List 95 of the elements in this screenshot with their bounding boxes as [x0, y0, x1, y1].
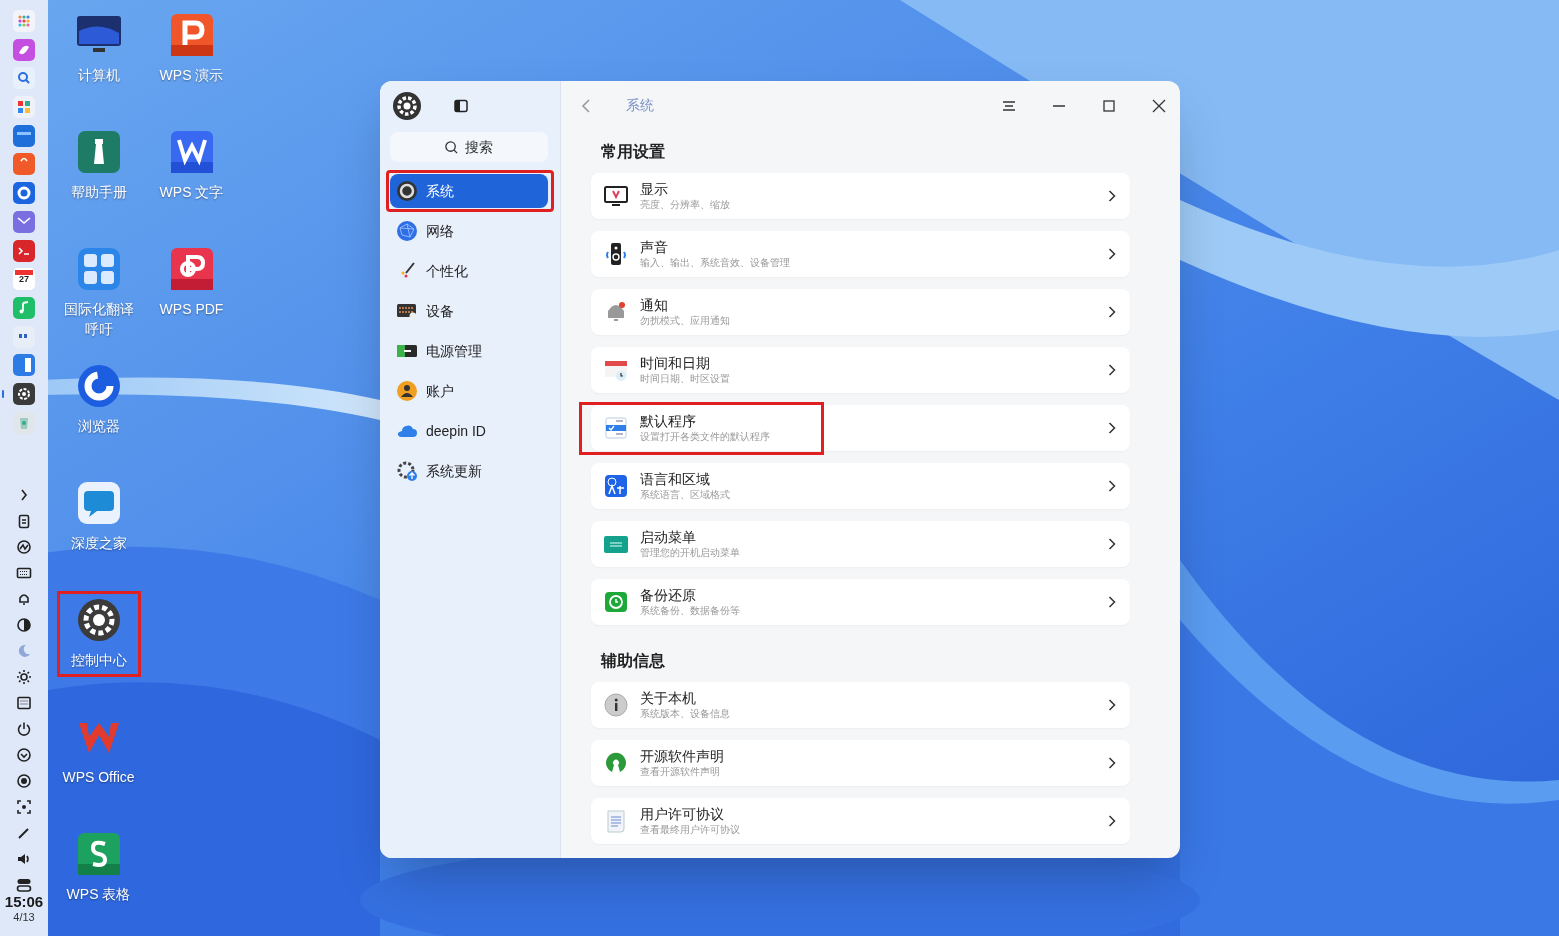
- settings-row[interactable]: 备份还原 系统备份、数据备份等: [591, 579, 1130, 625]
- row-title: 关于本机: [640, 689, 697, 707]
- sidebar-item[interactable]: 系统: [390, 174, 548, 208]
- section-heading: 辅助信息: [599, 651, 666, 671]
- screenshot-icon[interactable]: [16, 798, 32, 815]
- clock-restore-icon: [603, 589, 629, 615]
- list-check-icon: [603, 415, 629, 441]
- close-icon[interactable]: [1152, 98, 1166, 113]
- gauge-icon[interactable]: [16, 538, 32, 555]
- settings-row[interactable]: 显示 亮度、分辨率、缩放: [591, 173, 1130, 219]
- brightness-icon[interactable]: [16, 668, 32, 685]
- settings-row[interactable]: 语言和区域 系统语言、区域格式: [591, 463, 1130, 509]
- settings-row[interactable]: 启动菜单 管理您的开机启动菜单: [591, 521, 1130, 567]
- sidebar-item[interactable]: 账户: [390, 374, 548, 408]
- search-icon[interactable]: [12, 66, 36, 91]
- sidebar-toggle-icon[interactable]: [454, 99, 468, 113]
- chevron-circle-icon[interactable]: [16, 746, 32, 763]
- calendar-date: 27: [18, 275, 30, 285]
- row-subtitle: 时间日期、时区设置: [640, 372, 730, 386]
- row-title: 备份还原: [640, 586, 697, 604]
- row-title: 用户许可协议: [640, 805, 725, 823]
- contrast-icon[interactable]: [16, 616, 32, 633]
- chevron-right-icon: [1108, 364, 1116, 376]
- chevron-right-icon: [1108, 699, 1116, 711]
- settings-row[interactable]: 时间和日期 时间日期、时区设置: [591, 347, 1130, 393]
- settings-row[interactable]: 用户许可协议 查看最终用户许可协议: [591, 798, 1130, 844]
- user-icon: [396, 380, 418, 402]
- row-subtitle: 亮度、分辨率、缩放: [640, 198, 730, 212]
- settings-row[interactable]: 开源软件声明 查看开源软件声明: [591, 740, 1130, 786]
- tiles-icon[interactable]: [12, 95, 36, 120]
- search-field[interactable]: 搜索: [390, 132, 548, 162]
- chevron-right-icon: [1108, 422, 1116, 434]
- globe-icon: [396, 220, 418, 242]
- sidebar-item[interactable]: 设备: [390, 294, 548, 328]
- sidebar-item[interactable]: 个性化: [390, 254, 548, 288]
- row-subtitle: 系统备份、数据备份等: [640, 604, 740, 618]
- row-subtitle: 输入、输出、系统音效、设备管理: [640, 256, 790, 270]
- row-title: 显示: [640, 180, 669, 198]
- back-icon[interactable]: [581, 98, 593, 113]
- speaker-icon: [603, 241, 629, 267]
- row-subtitle: 查看开源软件声明: [640, 765, 721, 779]
- row-title: 语言和区域: [640, 470, 711, 488]
- settings-row[interactable]: 默认程序 设置打开各类文件的默认程序: [591, 405, 1130, 451]
- calendar-icon[interactable]: [12, 267, 36, 292]
- clock-time: 15:06: [4, 892, 44, 912]
- terminal-icon[interactable]: [12, 238, 36, 263]
- sidebar-item[interactable]: 电源管理: [390, 334, 548, 368]
- menu-icon[interactable]: [1002, 98, 1016, 113]
- toggle-icon[interactable]: [16, 876, 32, 893]
- settings-row[interactable]: 关于本机 系统版本、设备信息: [591, 682, 1130, 728]
- sidebar-item[interactable]: deepin ID: [390, 414, 548, 448]
- chevron-right-icon: [1108, 596, 1116, 608]
- row-subtitle: 系统版本、设备信息: [640, 707, 730, 721]
- sidebar-item[interactable]: 系统更新: [390, 454, 548, 488]
- section-heading: 常用设置: [600, 142, 666, 162]
- sidebar-item[interactable]: 网络: [390, 214, 548, 248]
- clock-date: 4/13: [13, 911, 35, 926]
- split-screen-icon[interactable]: [12, 353, 36, 378]
- gear-icon[interactable]: [12, 381, 36, 406]
- row-title: 开源软件声明: [640, 747, 724, 765]
- row-subtitle: 查看最终用户许可协议: [640, 823, 740, 837]
- settings-row[interactable]: 通知 勿扰模式、应用通知: [591, 289, 1130, 335]
- grid-icon[interactable]: [12, 9, 36, 33]
- row-title: 默认程序: [640, 412, 697, 430]
- row-title: 启动菜单: [640, 528, 697, 546]
- maximize-icon[interactable]: [1102, 98, 1116, 113]
- row-title: 时间和日期: [640, 354, 711, 372]
- chevron-right-icon: [1108, 538, 1116, 550]
- gear-icon: [392, 91, 422, 121]
- chevron-right-icon: [1108, 248, 1116, 260]
- row-title: 通知: [640, 296, 669, 314]
- row-subtitle: 勿扰模式、应用通知: [640, 314, 730, 328]
- keypad-icon[interactable]: [16, 694, 32, 711]
- desktop-icon-label[interactable]: WPS 表格: [57, 884, 140, 904]
- chevron-right-icon: [1108, 815, 1116, 827]
- envelope-icon[interactable]: [12, 209, 36, 234]
- row-title: 声音: [640, 238, 669, 256]
- clipboard-icon[interactable]: [16, 512, 32, 529]
- record-icon[interactable]: [16, 772, 32, 789]
- chevron-right-icon: [1108, 480, 1116, 492]
- settings-row[interactable]: 声音 输入、输出、系统音效、设备管理: [591, 231, 1130, 277]
- gear-update-icon: [396, 460, 418, 482]
- monitor-icon: [603, 183, 629, 209]
- window-title: 系统: [626, 96, 654, 115]
- info-icon: [603, 692, 629, 718]
- chevron-right-icon: [1108, 190, 1116, 202]
- row-subtitle: 系统语言、区域格式: [640, 488, 730, 502]
- row-subtitle: 设置打开各类文件的默认程序: [640, 430, 770, 444]
- chevron-right-icon: [1108, 306, 1116, 318]
- row-subtitle: 管理您的开机启动菜单: [640, 546, 740, 560]
- desktop-icon-label[interactable]: 控制中心: [57, 650, 140, 670]
- chevron-right-icon: [1108, 757, 1116, 769]
- desktop-icon-label[interactable]: WPS Office: [57, 767, 140, 787]
- search-icon: [444, 140, 459, 155]
- power-icon[interactable]: [16, 720, 32, 737]
